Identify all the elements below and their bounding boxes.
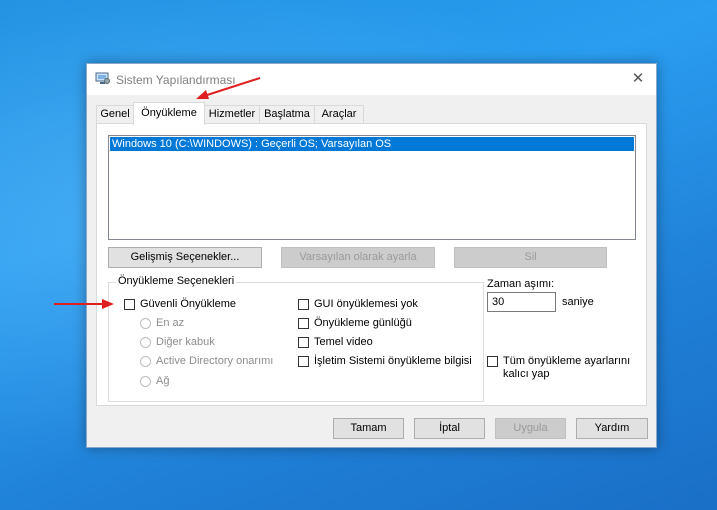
- checkbox[interactable]: [298, 355, 309, 367]
- boot-tab-panel: Windows 10 (C:\WINDOWS) : Geçerli OS; Va…: [96, 123, 647, 406]
- checkbox[interactable]: [298, 336, 309, 348]
- annotation-arrow-safeboot: [54, 299, 114, 309]
- checkbox[interactable]: [298, 317, 309, 329]
- radio-circle[interactable]: [140, 336, 151, 348]
- radio-ag[interactable]: Ağ: [140, 375, 169, 387]
- radio-active-directory[interactable]: Active Directory onarımı: [140, 355, 273, 367]
- radio-label: Active Directory onarımı: [156, 355, 274, 367]
- timeout-label: Zaman aşımı:: [487, 278, 555, 290]
- radio-diger-kabuk[interactable]: Diğer kabuk: [140, 336, 215, 348]
- radio-en-az[interactable]: En az: [140, 317, 184, 329]
- radio-label: En az: [156, 317, 185, 329]
- make-permanent-option[interactable]: Tüm önyükleme ayarlarını kalıcı yap: [487, 355, 630, 381]
- ok-button[interactable]: Tamam: [333, 418, 404, 439]
- list-item[interactable]: Windows 10 (C:\WINDOWS) : Geçerli OS; Va…: [110, 137, 634, 151]
- checkbox-label: Temel video: [314, 336, 373, 348]
- tab-onyukleme[interactable]: Önyükleme: [133, 102, 205, 125]
- radio-circle[interactable]: [140, 375, 151, 387]
- system-configuration-dialog: Sistem Yapılandırması ✕ Genel Önyükleme …: [86, 63, 657, 448]
- title-bar: Sistem Yapılandırması ✕: [87, 64, 656, 95]
- computer-settings-icon: [95, 72, 110, 85]
- radio-circle[interactable]: [140, 317, 151, 329]
- os-list[interactable]: Windows 10 (C:\WINDOWS) : Geçerli OS; Va…: [108, 135, 636, 240]
- checkbox-label: Önyükleme günlüğü: [314, 317, 412, 329]
- cancel-button[interactable]: İptal: [414, 418, 485, 439]
- tab-genel[interactable]: Genel: [96, 105, 134, 124]
- close-button[interactable]: ✕: [625, 68, 651, 90]
- safe-boot-checkbox[interactable]: [124, 298, 135, 310]
- make-permanent-line1: Tüm önyükleme ayarlarını: [503, 355, 631, 367]
- option-gui-no-boot[interactable]: GUI önyüklemesi yok: [298, 298, 418, 310]
- radio-circle[interactable]: [140, 355, 151, 367]
- radio-label: Ağ: [156, 375, 170, 387]
- safe-boot-option[interactable]: Güvenli Önyükleme: [124, 298, 236, 310]
- timeout-unit: saniye: [562, 296, 594, 308]
- annotation-arrow-tab: [196, 77, 261, 99]
- make-permanent-checkbox[interactable]: [487, 356, 498, 367]
- boot-options-label: Önyükleme Seçenekleri: [116, 275, 237, 287]
- checkbox-label: GUI önyüklemesi yok: [314, 298, 418, 310]
- safe-boot-label: Güvenli Önyükleme: [140, 298, 236, 310]
- boot-options-group: Önyükleme Seçenekleri Güvenli Önyükleme …: [108, 275, 484, 402]
- set-default-button[interactable]: Varsayılan olarak ayarla: [281, 247, 435, 268]
- checkbox-label: İşletim Sistemi önyükleme bilgisi: [314, 355, 472, 367]
- option-base-video[interactable]: Temel video: [298, 336, 373, 348]
- tab-araclar[interactable]: Araçlar: [314, 105, 364, 124]
- apply-button[interactable]: Uygula: [495, 418, 566, 439]
- make-permanent-line2: kalıcı yap: [503, 368, 550, 380]
- option-boot-log[interactable]: Önyükleme günlüğü: [298, 317, 412, 329]
- help-button[interactable]: Yardım: [576, 418, 648, 439]
- radio-label: Diğer kabuk: [156, 336, 215, 348]
- delete-button[interactable]: Sil: [454, 247, 607, 268]
- tab-baslatma[interactable]: Başlatma: [259, 105, 315, 124]
- checkbox[interactable]: [298, 298, 309, 310]
- tab-hizmetler[interactable]: Hizmetler: [204, 105, 260, 124]
- option-os-boot-info[interactable]: İşletim Sistemi önyükleme bilgisi: [298, 355, 472, 367]
- timeout-input[interactable]: 30: [487, 292, 556, 312]
- advanced-options-button[interactable]: Gelişmiş Seçenekler...: [108, 247, 262, 268]
